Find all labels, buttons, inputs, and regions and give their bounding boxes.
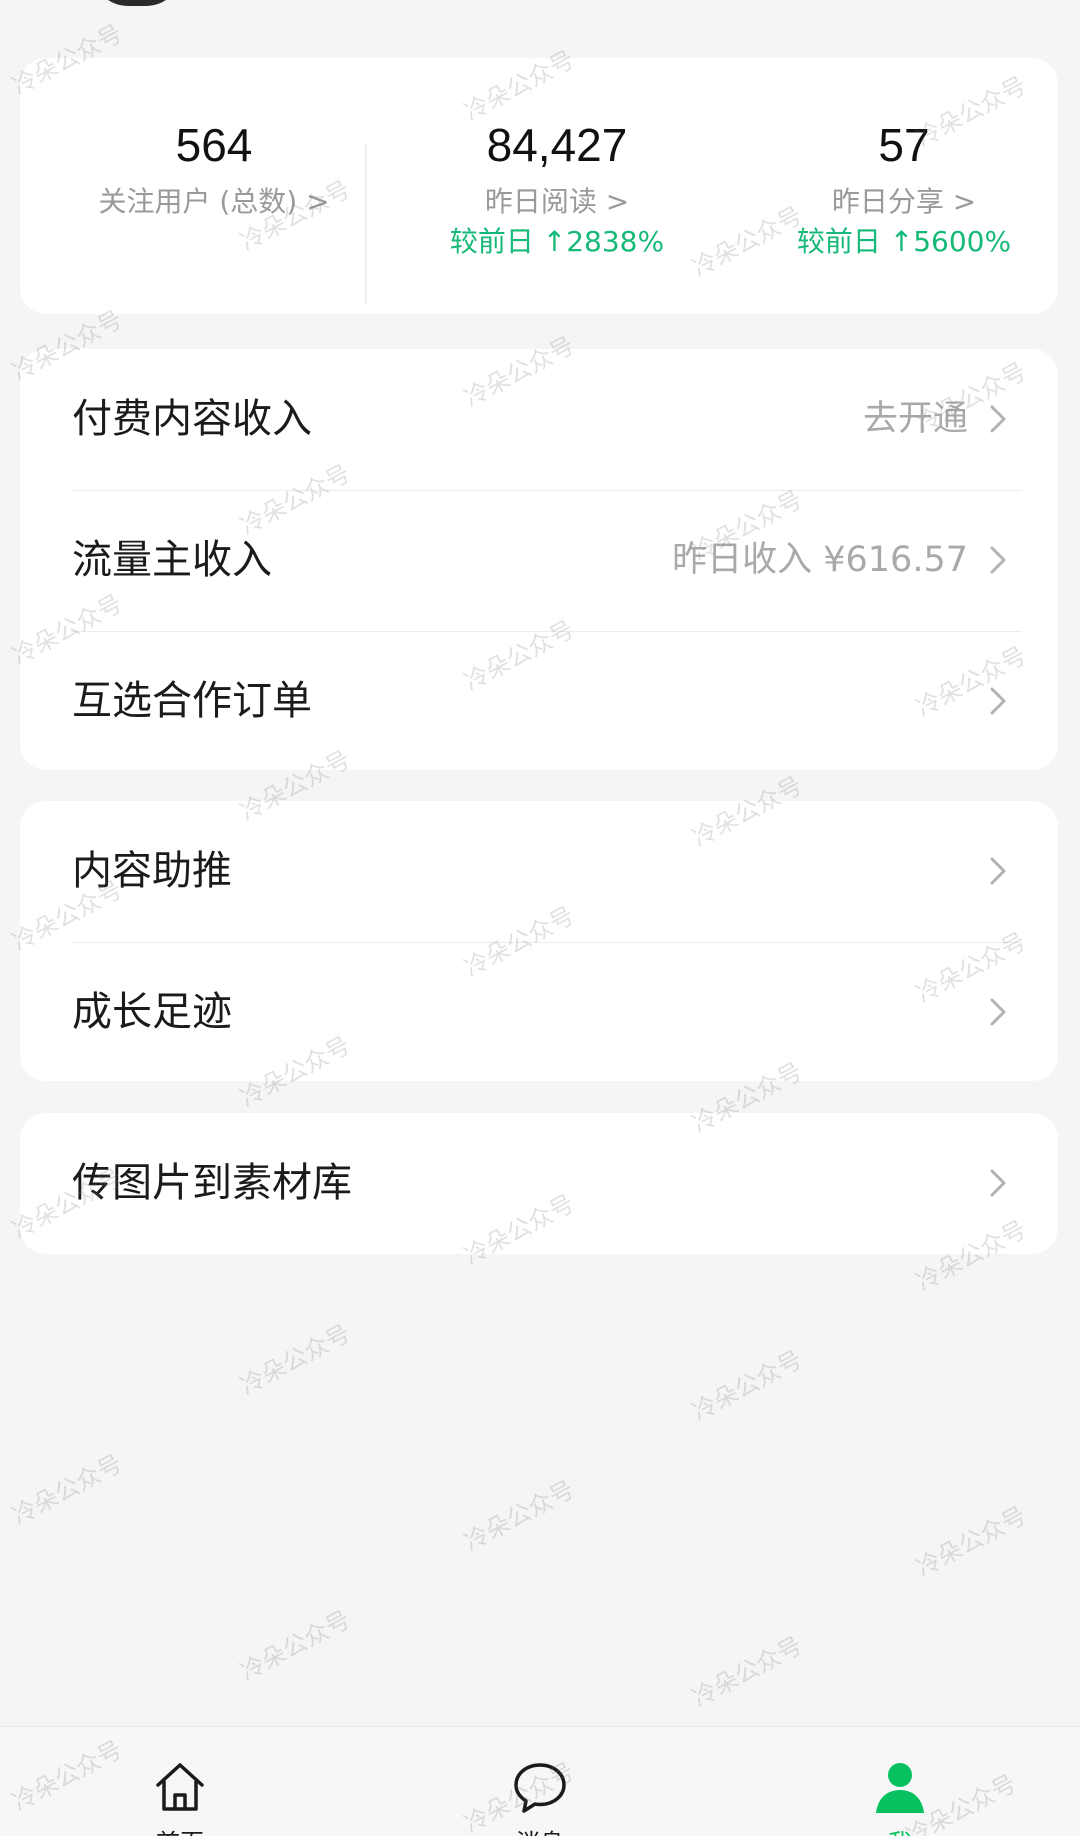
upload-card: 传图片到素材库 (20, 1113, 1058, 1254)
stat-label: 昨日阅读 > (484, 185, 630, 218)
tab-bar: 首页 消息 我 (0, 1726, 1080, 1836)
home-icon (156, 1763, 204, 1811)
tab-label: 首页 (90, 1823, 270, 1836)
chevron-right-icon (990, 687, 1006, 715)
menu-item-ad-revenue[interactable]: 流量主收入 昨日收入 ¥616.57 (20, 490, 1058, 631)
watermark: 冷朵公众号 (687, 1345, 807, 1427)
stat-label: 昨日分享 > (831, 185, 977, 218)
avatar[interactable] (92, 0, 182, 6)
watermark: 冷朵公众号 (235, 1319, 355, 1401)
tab-label: 我 (810, 1823, 990, 1836)
stat-value: 564 (175, 119, 253, 171)
menu-item-label: 成长足迹 (72, 989, 232, 1035)
user-icon (876, 1763, 924, 1813)
menu-item-upload-images[interactable]: 传图片到素材库 (20, 1113, 1058, 1254)
chevron-right-icon (990, 998, 1006, 1026)
menu-item-label: 内容助推 (72, 848, 232, 894)
menu-item-value: 昨日收入 ¥616.57 (672, 540, 968, 580)
menu-item-value: 去开通 (862, 399, 968, 439)
tab-me[interactable]: 我 (810, 1727, 990, 1836)
stat-change: 较前日 ↑5600% (796, 225, 1012, 258)
tab-messages[interactable]: 消息 (450, 1727, 630, 1836)
chat-bubble-icon (514, 1763, 566, 1813)
stats-card: 564 关注用户 (总数) > 84,427 昨日阅读 > 较前日 ↑2838%… (20, 58, 1058, 314)
stat-label: 关注用户 (总数) > (98, 185, 330, 218)
menu-item-label: 流量主收入 (72, 537, 272, 583)
stat-change: 较前日 ↑2838% (449, 225, 665, 258)
menu-item-growth-footprint[interactable]: 成长足迹 (20, 942, 1058, 1083)
chevron-right-icon (990, 857, 1006, 885)
tab-label: 消息 (450, 1823, 630, 1836)
watermark: 冷朵公众号 (911, 1501, 1031, 1583)
growth-card: 内容助推 成长足迹 (20, 801, 1058, 1081)
watermark: 冷朵公众号 (687, 1631, 807, 1713)
monetization-card: 付费内容收入 去开通 流量主收入 昨日收入 ¥616.57 互选合作订单 (20, 349, 1058, 770)
page: 564 关注用户 (总数) > 84,427 昨日阅读 > 较前日 ↑2838%… (0, 0, 1080, 1836)
menu-item-cooperation-orders[interactable]: 互选合作订单 (20, 631, 1058, 772)
menu-item-label: 传图片到素材库 (72, 1160, 352, 1206)
watermark: 冷朵公众号 (459, 1475, 579, 1557)
stat-value: 57 (878, 119, 930, 171)
menu-item-content-boost[interactable]: 内容助推 (20, 801, 1058, 942)
watermark: 冷朵公众号 (7, 1449, 127, 1531)
chevron-right-icon (990, 546, 1006, 574)
tab-home[interactable]: 首页 (90, 1727, 270, 1836)
watermark: 冷朵公众号 (235, 1605, 355, 1687)
chevron-right-icon (990, 1169, 1006, 1197)
stat-value: 84,427 (486, 119, 628, 171)
divider (365, 144, 367, 304)
menu-item-label: 互选合作订单 (72, 678, 312, 724)
chevron-right-icon (990, 405, 1006, 433)
menu-item-paid-content[interactable]: 付费内容收入 去开通 (20, 349, 1058, 490)
menu-item-label: 付费内容收入 (72, 396, 312, 442)
